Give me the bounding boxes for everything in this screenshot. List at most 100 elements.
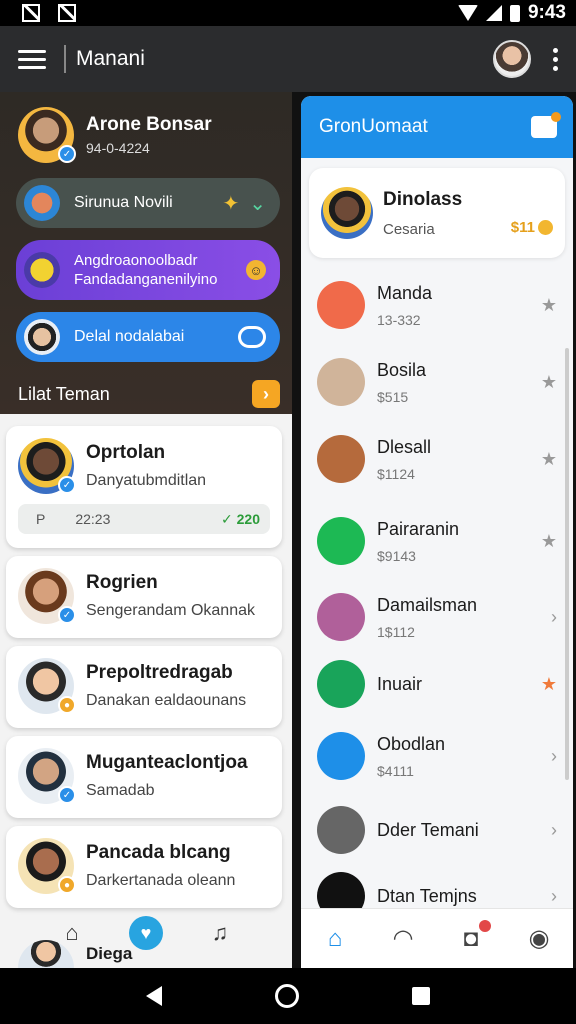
contact-icon — [317, 732, 365, 780]
message-icon[interactable] — [531, 112, 561, 138]
bell-icon[interactable]: ♫ — [205, 918, 235, 948]
item-subtitle: Sengerandam Okannak — [86, 602, 255, 619]
contact-name: Dder Temani — [377, 819, 479, 840]
settings-icon[interactable]: ◉ — [525, 925, 553, 952]
right-panel: GronUomaat Dinolass Cesaria $11 Manda 13-… — [301, 96, 573, 968]
divider — [64, 45, 66, 73]
avatar — [321, 187, 373, 239]
arrow-right-icon[interactable]: › — [252, 380, 280, 408]
verified-icon: ✓ — [58, 145, 76, 163]
verified-icon: ✓ — [58, 606, 76, 624]
contact-row[interactable]: Bosila $515 ★ — [301, 346, 573, 418]
avatar — [24, 252, 60, 288]
notification-icon[interactable]: ◠ — [389, 925, 417, 952]
contact-icon — [317, 281, 365, 329]
badge-icon: ● — [58, 876, 76, 894]
contact-subtitle: 1$112 — [377, 623, 415, 640]
profile-name: Arone Bonsar — [86, 114, 212, 135]
star-icon[interactable]: ★ — [541, 531, 557, 552]
camera-icon[interactable]: ◘ — [457, 919, 491, 952]
contact-subtitle: $4111 — [377, 762, 414, 779]
pill-item[interactable]: Delal nodalabai — [16, 312, 280, 362]
home-icon[interactable]: ⌂ — [321, 925, 349, 952]
battery-icon — [509, 4, 520, 22]
contact-row[interactable]: Dder Temani › — [301, 796, 573, 864]
avatar: ✓ — [18, 438, 76, 494]
contact-icon — [317, 806, 365, 854]
right-title: GronUomaat — [319, 116, 428, 137]
item-subtitle: Danakan ealdaounans — [86, 692, 247, 709]
more-options-icon[interactable] — [553, 47, 558, 71]
menu-icon[interactable] — [18, 49, 46, 69]
account-avatar[interactable] — [493, 40, 531, 78]
friend-list: ✓ Oprtolan Danyatubmditlan P 22:23 ✓ 220… — [0, 414, 292, 968]
contact-row[interactable]: Dlesall $1124 ★ — [301, 418, 573, 500]
item-name: Pancada blcang — [86, 842, 231, 863]
list-item[interactable]: ● Prepoltredragab Danakan ealdaounans — [6, 646, 282, 728]
contact-row[interactable]: Damailsman 1$112 › — [301, 582, 573, 652]
list-item[interactable]: ✓ Rogrien Sengerandam Okannak — [6, 556, 282, 638]
app-bar: Manani — [0, 26, 576, 92]
contact-row[interactable]: Pairaranin $9143 ★ — [301, 500, 573, 582]
chevron-down-icon[interactable]: ⌄ — [249, 191, 266, 216]
contact-row[interactable]: Manda 13-332 ★ — [301, 264, 573, 346]
pill-item[interactable]: Sirunua Novili ✦ ⌄ — [16, 178, 280, 228]
star-icon[interactable]: ★ — [541, 674, 557, 695]
star-icon[interactable]: ★ — [541, 295, 557, 316]
star-icon[interactable]: ★ — [541, 449, 557, 470]
contact-list: Manda 13-332 ★ Bosila $515 ★ Dlesall $1124 ★ Pair… — [301, 264, 573, 928]
item-name: Dinolass — [383, 188, 463, 210]
contact-name: Inuair — [377, 673, 423, 694]
avatar: ● — [18, 838, 76, 894]
contact-name: Obodlan — [377, 733, 446, 754]
list-item[interactable]: ✓ Oprtolan Danyatubmditlan P 22:23 ✓ 220 — [6, 426, 282, 548]
item-subtitle: Darkertanada oleann — [86, 872, 236, 889]
pill-label: Angdroaonoolbadr Fandadanganenilyino — [74, 251, 218, 289]
item-name: Prepoltredragab — [86, 662, 233, 683]
profile-header[interactable]: ✓ Arone Bonsar 94-0-4224 — [0, 92, 292, 178]
home-icon[interactable]: ⌂ — [57, 918, 87, 948]
pill-label: Delal nodalabai — [74, 327, 185, 345]
item-subtitle: Danyatubmditlan — [86, 472, 207, 489]
contact-name: Manda — [377, 282, 433, 303]
chevron-right-icon[interactable]: › — [551, 746, 557, 767]
meta-label: P — [36, 511, 46, 527]
featured-item[interactable]: Dinolass Cesaria $11 — [309, 168, 565, 258]
avatar: ● — [18, 658, 76, 714]
item-subtitle: Samadab — [86, 782, 155, 799]
contact-row[interactable]: Obodlan $4111 › — [301, 716, 573, 796]
alert-dot — [479, 919, 491, 932]
contact-icon — [317, 358, 365, 406]
list-item[interactable]: ✓ Muganteaclontjoa Samadab — [6, 736, 282, 818]
chat-icon[interactable] — [238, 326, 266, 348]
chevron-right-icon[interactable]: › — [551, 607, 557, 628]
meta-count: ✓ 220 — [221, 510, 260, 527]
contact-name: Damailsman — [377, 594, 478, 615]
contact-icon — [317, 517, 365, 565]
star-icon: ✦ — [222, 192, 240, 215]
coin-icon — [538, 220, 553, 235]
list-item[interactable]: ● Pancada blcang Darkertanada oleann — [6, 826, 282, 908]
avatar — [24, 319, 60, 355]
system-nav-bar — [0, 968, 576, 1024]
back-icon[interactable] — [146, 986, 163, 1006]
home-button-icon[interactable] — [274, 984, 299, 1008]
notification-icon — [58, 4, 76, 22]
chevron-right-icon[interactable]: › — [551, 886, 557, 907]
contact-icon — [317, 593, 365, 641]
chevron-right-icon[interactable]: › — [551, 820, 557, 841]
contact-name: Bosila — [377, 359, 427, 380]
contact-row[interactable]: Inuair ★ — [301, 652, 573, 716]
avatar: ✓ — [18, 568, 76, 624]
avatar — [24, 185, 60, 221]
star-icon[interactable]: ★ — [541, 372, 557, 393]
pill-label: Sirunua Novili — [74, 193, 173, 211]
scrollbar[interactable] — [565, 348, 569, 780]
heart-icon[interactable]: ♥ — [129, 916, 163, 950]
contact-icon — [317, 660, 365, 708]
recents-icon[interactable] — [411, 987, 430, 1005]
clock: 9:43 — [527, 2, 566, 23]
item-meta: P 22:23 ✓ 220 — [18, 504, 270, 534]
pill-item[interactable]: Angdroaonoolbadr Fandadanganenilyino ☺ — [16, 240, 280, 300]
contact-subtitle: $515 — [377, 388, 409, 405]
